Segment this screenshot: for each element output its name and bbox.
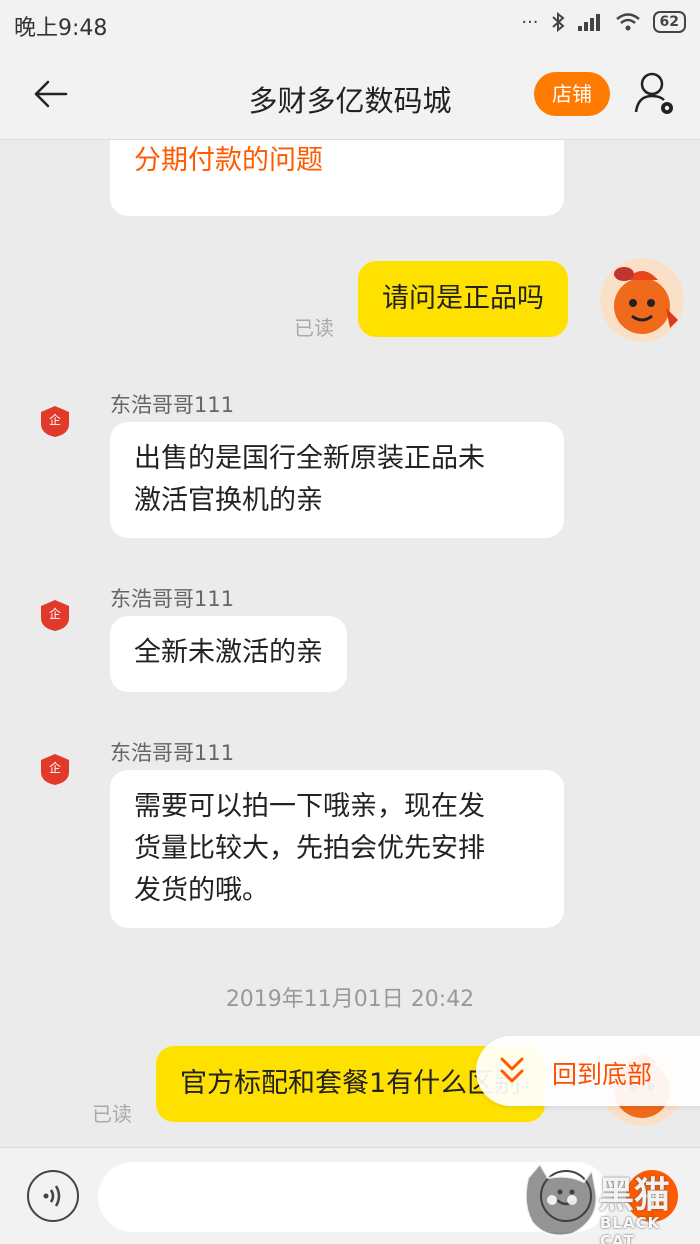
read-receipt: 已读 [92, 1102, 132, 1126]
message-bubble-self: 请问是正品吗 [358, 261, 568, 337]
message-link[interactable]: 分期付款的问题 [134, 145, 323, 176]
enterprise-badge-icon: 企 [41, 754, 69, 785]
message-line: 需要可以拍一下哦亲，现在发 [134, 791, 485, 822]
my-avatar[interactable] [600, 258, 684, 342]
enterprise-badge-icon: 企 [41, 406, 69, 437]
message-line: 货量比较大，先拍会优先安排 [134, 833, 485, 864]
signal-icon [577, 14, 600, 31]
svg-text:企: 企 [49, 412, 61, 427]
more-dots-icon: ··· [521, 11, 539, 33]
message-line: 激活官换机的亲 [134, 485, 323, 516]
message-line: 发货的哦。 [134, 875, 269, 906]
chat-header: 多财多亿数码城 店铺 [0, 48, 700, 140]
mascot-avatar-icon [600, 258, 684, 342]
shop-button[interactable]: 店铺 [534, 72, 610, 116]
return-to-bottom-label: 回到底部 [552, 1060, 653, 1089]
message-bubble: 需要可以拍一下哦亲，现在发 货量比较大，先拍会优先安排 发货的哦。 [110, 770, 564, 928]
message-line: 全新未激活的亲 [134, 637, 323, 668]
message-line: 出售的是国行全新原装正品未 [134, 443, 485, 474]
watermark-subtitle: BLACK CAT [600, 1214, 661, 1244]
message-bubble: 全新未激活的亲 [110, 616, 347, 692]
svg-text:企: 企 [49, 760, 61, 775]
message-timestamp: 2019年11月01日 20:42 [225, 987, 475, 1012]
sender-name: 东浩哥哥111 [110, 587, 235, 611]
watermark-brand: 黑猫 [598, 1175, 671, 1216]
chat-area[interactable]: 分期付款的问题 已读 请问是正品吗 企 东浩哥哥111 出售的是国行全新原装正品… [0, 140, 700, 1147]
status-bar: 晚上9:48 ··· 62 [0, 0, 700, 48]
message-bubble: 出售的是国行全新原装正品未 激活官换机的亲 [110, 422, 564, 538]
voice-icon [43, 1185, 61, 1207]
user-settings-icon[interactable] [634, 70, 676, 116]
status-icons: ··· 62 [521, 11, 686, 33]
enterprise-badge-icon: 企 [41, 600, 69, 631]
message-text: 官方标配和套餐1有什么区别 [180, 1068, 522, 1099]
status-time: 晚上9:48 [14, 16, 108, 41]
wifi-icon [615, 13, 640, 31]
return-to-bottom-button[interactable]: 回到底部 [476, 1036, 700, 1106]
read-receipt: 已读 [294, 316, 334, 340]
voice-input-button[interactable] [27, 1170, 79, 1222]
bluetooth-icon [551, 12, 565, 32]
message-bubble: 分期付款的问题 [110, 140, 564, 216]
sender-name: 东浩哥哥111 [110, 393, 235, 417]
sender-name: 东浩哥哥111 [110, 741, 235, 765]
message-text: 请问是正品吗 [382, 283, 544, 314]
battery-indicator: 62 [652, 11, 686, 33]
double-chevron-down-icon [500, 1057, 524, 1083]
svg-text:企: 企 [49, 606, 61, 621]
